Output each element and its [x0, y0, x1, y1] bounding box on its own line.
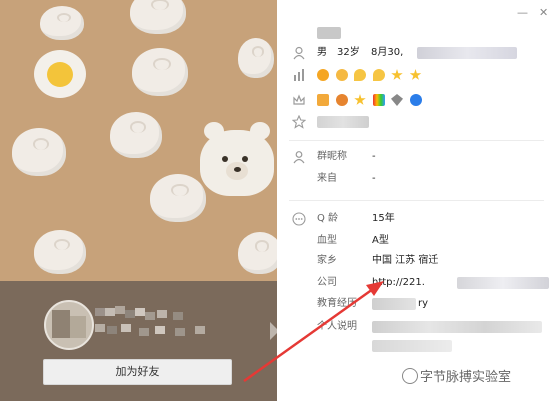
wechat-icon — [402, 368, 418, 384]
annotation-arrow — [243, 281, 384, 383]
watermark: 字节脉搏实验室 — [402, 366, 512, 385]
watermark-text: 字节脉搏实验室 — [420, 370, 512, 385]
